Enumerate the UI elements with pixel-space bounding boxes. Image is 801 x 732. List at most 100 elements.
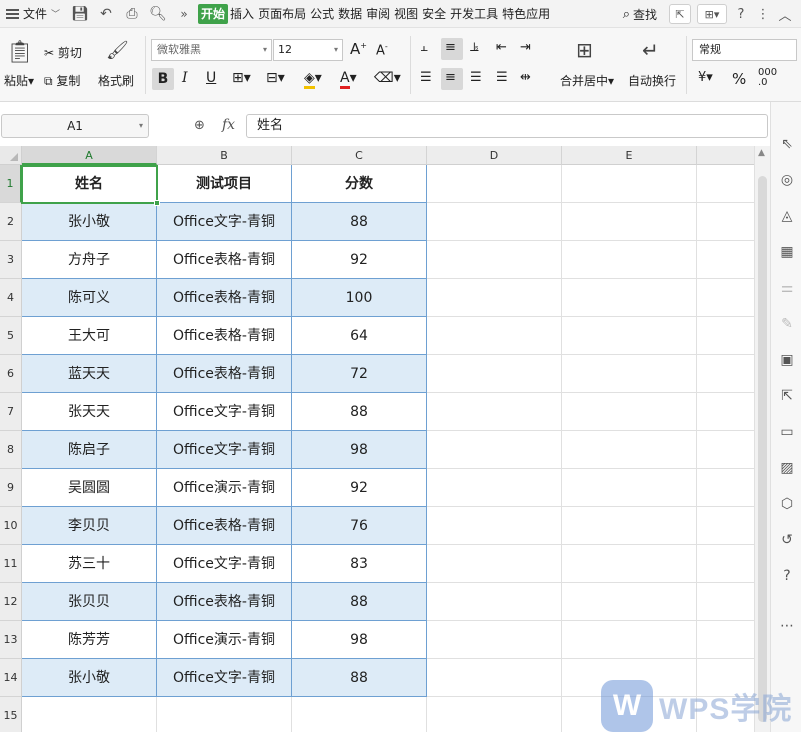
table-cell[interactable]: Office表格-青铜 (157, 583, 292, 621)
save-icon[interactable]: 💾︎ (70, 6, 90, 22)
fill-merge-button[interactable]: ⊟▾ (266, 70, 285, 86)
table-cell[interactable]: 张小敬 (22, 659, 157, 697)
column-header-d[interactable]: D (427, 146, 562, 165)
align-top-button[interactable]: ⫠ (420, 40, 428, 55)
history-icon[interactable]: ↺ (779, 532, 795, 548)
table-cell[interactable]: 陈芳芳 (22, 621, 157, 659)
empty-cell[interactable] (157, 697, 292, 732)
shrink-font-button[interactable]: A- (376, 42, 388, 58)
empty-cell[interactable] (427, 583, 562, 621)
decrease-indent-button[interactable]: ⇤ (496, 40, 507, 55)
empty-cell[interactable] (427, 393, 562, 431)
help-icon[interactable]: ? (733, 7, 749, 22)
tab-4[interactable]: 数据 (336, 4, 364, 24)
empty-cell[interactable] (697, 279, 754, 317)
filter-settings-icon[interactable]: ⚌ (779, 280, 795, 296)
wrap-text-icon[interactable]: ↵ (642, 38, 659, 62)
empty-cell[interactable] (427, 317, 562, 355)
fill-color-button[interactable]: ◈▾ (304, 70, 322, 89)
table-cell[interactable]: 张贝贝 (22, 583, 157, 621)
table-cell[interactable]: 张天天 (22, 393, 157, 431)
row-header-9[interactable]: 9 (0, 469, 22, 507)
undo-icon[interactable]: ↶ (96, 6, 116, 22)
merge-center-button[interactable]: 合并居中▾ (560, 72, 614, 89)
table-cell[interactable]: Office演示-青铜 (157, 469, 292, 507)
tab-9[interactable]: 特色应用 (500, 4, 552, 24)
edit-icon[interactable]: ✎ (779, 316, 795, 332)
justify-button[interactable]: ☰ (496, 70, 508, 85)
tab-3[interactable]: 公式 (308, 4, 336, 24)
insert-function-button[interactable]: fx (222, 117, 235, 133)
vertical-scrollbar[interactable]: ▲ (754, 146, 770, 732)
empty-cell[interactable] (427, 659, 562, 697)
borders-button[interactable]: ⊞▾ (232, 70, 251, 86)
empty-cell[interactable] (697, 583, 754, 621)
table-cell[interactable]: 98 (292, 621, 427, 659)
tab-8[interactable]: 开发工具 (448, 4, 500, 24)
spreadsheet-grid[interactable]: A B C D E 1 2 3 4 5 6 7 8 9 10 11 12 13 14 15 姓名 测试项目 分数 张小敬 Off… (0, 146, 754, 732)
table-cell[interactable]: Office表格-青铜 (157, 279, 292, 317)
picture-icon[interactable]: ▣ (779, 352, 795, 368)
scroll-up-icon[interactable]: ▲ (758, 148, 765, 158)
empty-cell[interactable] (292, 697, 427, 732)
header-cell-b[interactable]: 测试项目 (157, 165, 292, 203)
fill-handle[interactable] (154, 200, 160, 206)
tab-5[interactable]: 审阅 (364, 4, 392, 24)
empty-cell[interactable] (562, 203, 697, 241)
empty-cell[interactable] (427, 431, 562, 469)
clear-format-button[interactable]: ⌫▾ (374, 70, 401, 86)
formula-input[interactable]: 姓名 (246, 114, 768, 138)
copy-button[interactable]: ⧉ 复制 (44, 72, 80, 89)
empty-cell[interactable] (697, 621, 754, 659)
table-cell[interactable]: Office表格-青铜 (157, 317, 292, 355)
row-header-2[interactable]: 2 (0, 203, 22, 241)
image-icon[interactable]: ▨ (779, 460, 795, 476)
column-header-a[interactable]: A (22, 146, 157, 165)
bold-button[interactable]: B (152, 68, 174, 90)
table-cell[interactable]: Office文字-青铜 (157, 545, 292, 583)
paste-button[interactable]: 粘贴▾ (4, 72, 34, 89)
row-header-15[interactable]: 15 (0, 697, 22, 732)
tab-7[interactable]: 安全 (420, 4, 448, 24)
empty-cell[interactable] (562, 279, 697, 317)
select-cursor-icon[interactable]: ⇖ (779, 136, 795, 152)
italic-button[interactable]: I (182, 70, 188, 86)
row-header-11[interactable]: 11 (0, 545, 22, 583)
select-all-corner[interactable] (0, 146, 22, 165)
empty-cell[interactable] (697, 317, 754, 355)
align-middle-button[interactable]: ≡ (445, 40, 456, 55)
table-cell[interactable]: 88 (292, 393, 427, 431)
table-cell[interactable]: Office文字-青铜 (157, 659, 292, 697)
row-header-1[interactable]: 1 (0, 165, 22, 203)
table-cell[interactable]: Office文字-青铜 (157, 431, 292, 469)
currency-button[interactable]: ¥▾ (698, 70, 713, 85)
percent-button[interactable]: % (732, 70, 746, 88)
row-header-3[interactable]: 3 (0, 241, 22, 279)
empty-cell[interactable] (562, 165, 697, 203)
merge-center-icon[interactable]: ⊞ (576, 38, 593, 62)
empty-cell[interactable] (697, 165, 754, 203)
empty-cell[interactable] (427, 697, 562, 732)
empty-cell[interactable] (562, 583, 697, 621)
wrap-text-button[interactable]: 自动换行 (628, 72, 676, 89)
align-bottom-button[interactable]: ⫡ (470, 40, 479, 55)
row-header-8[interactable]: 8 (0, 431, 22, 469)
table-cell[interactable]: 88 (292, 203, 427, 241)
column-header-b[interactable]: B (157, 146, 292, 165)
font-name-select[interactable]: 微软雅黑 ▾ (151, 39, 272, 61)
empty-cell[interactable] (697, 355, 754, 393)
table-cell[interactable]: 蓝天天 (22, 355, 157, 393)
header-cell-c[interactable]: 分数 (292, 165, 427, 203)
table-cell[interactable]: Office表格-青铜 (157, 241, 292, 279)
more-horizontal-icon[interactable]: ⋯ (779, 618, 795, 634)
empty-cell[interactable] (697, 431, 754, 469)
file-menu-button[interactable]: 文件 ﹀ (0, 0, 66, 28)
zoom-formula-icon[interactable]: ⊕ (194, 118, 205, 133)
empty-cell[interactable] (427, 165, 562, 203)
table-cell[interactable]: 92 (292, 469, 427, 507)
align-center-button[interactable]: ≡ (445, 70, 456, 85)
grow-font-button[interactable]: A+ (350, 40, 367, 58)
increase-indent-button[interactable]: ⇥ (520, 40, 531, 55)
row-header-13[interactable]: 13 (0, 621, 22, 659)
tab-1[interactable]: 插入 (228, 4, 256, 24)
